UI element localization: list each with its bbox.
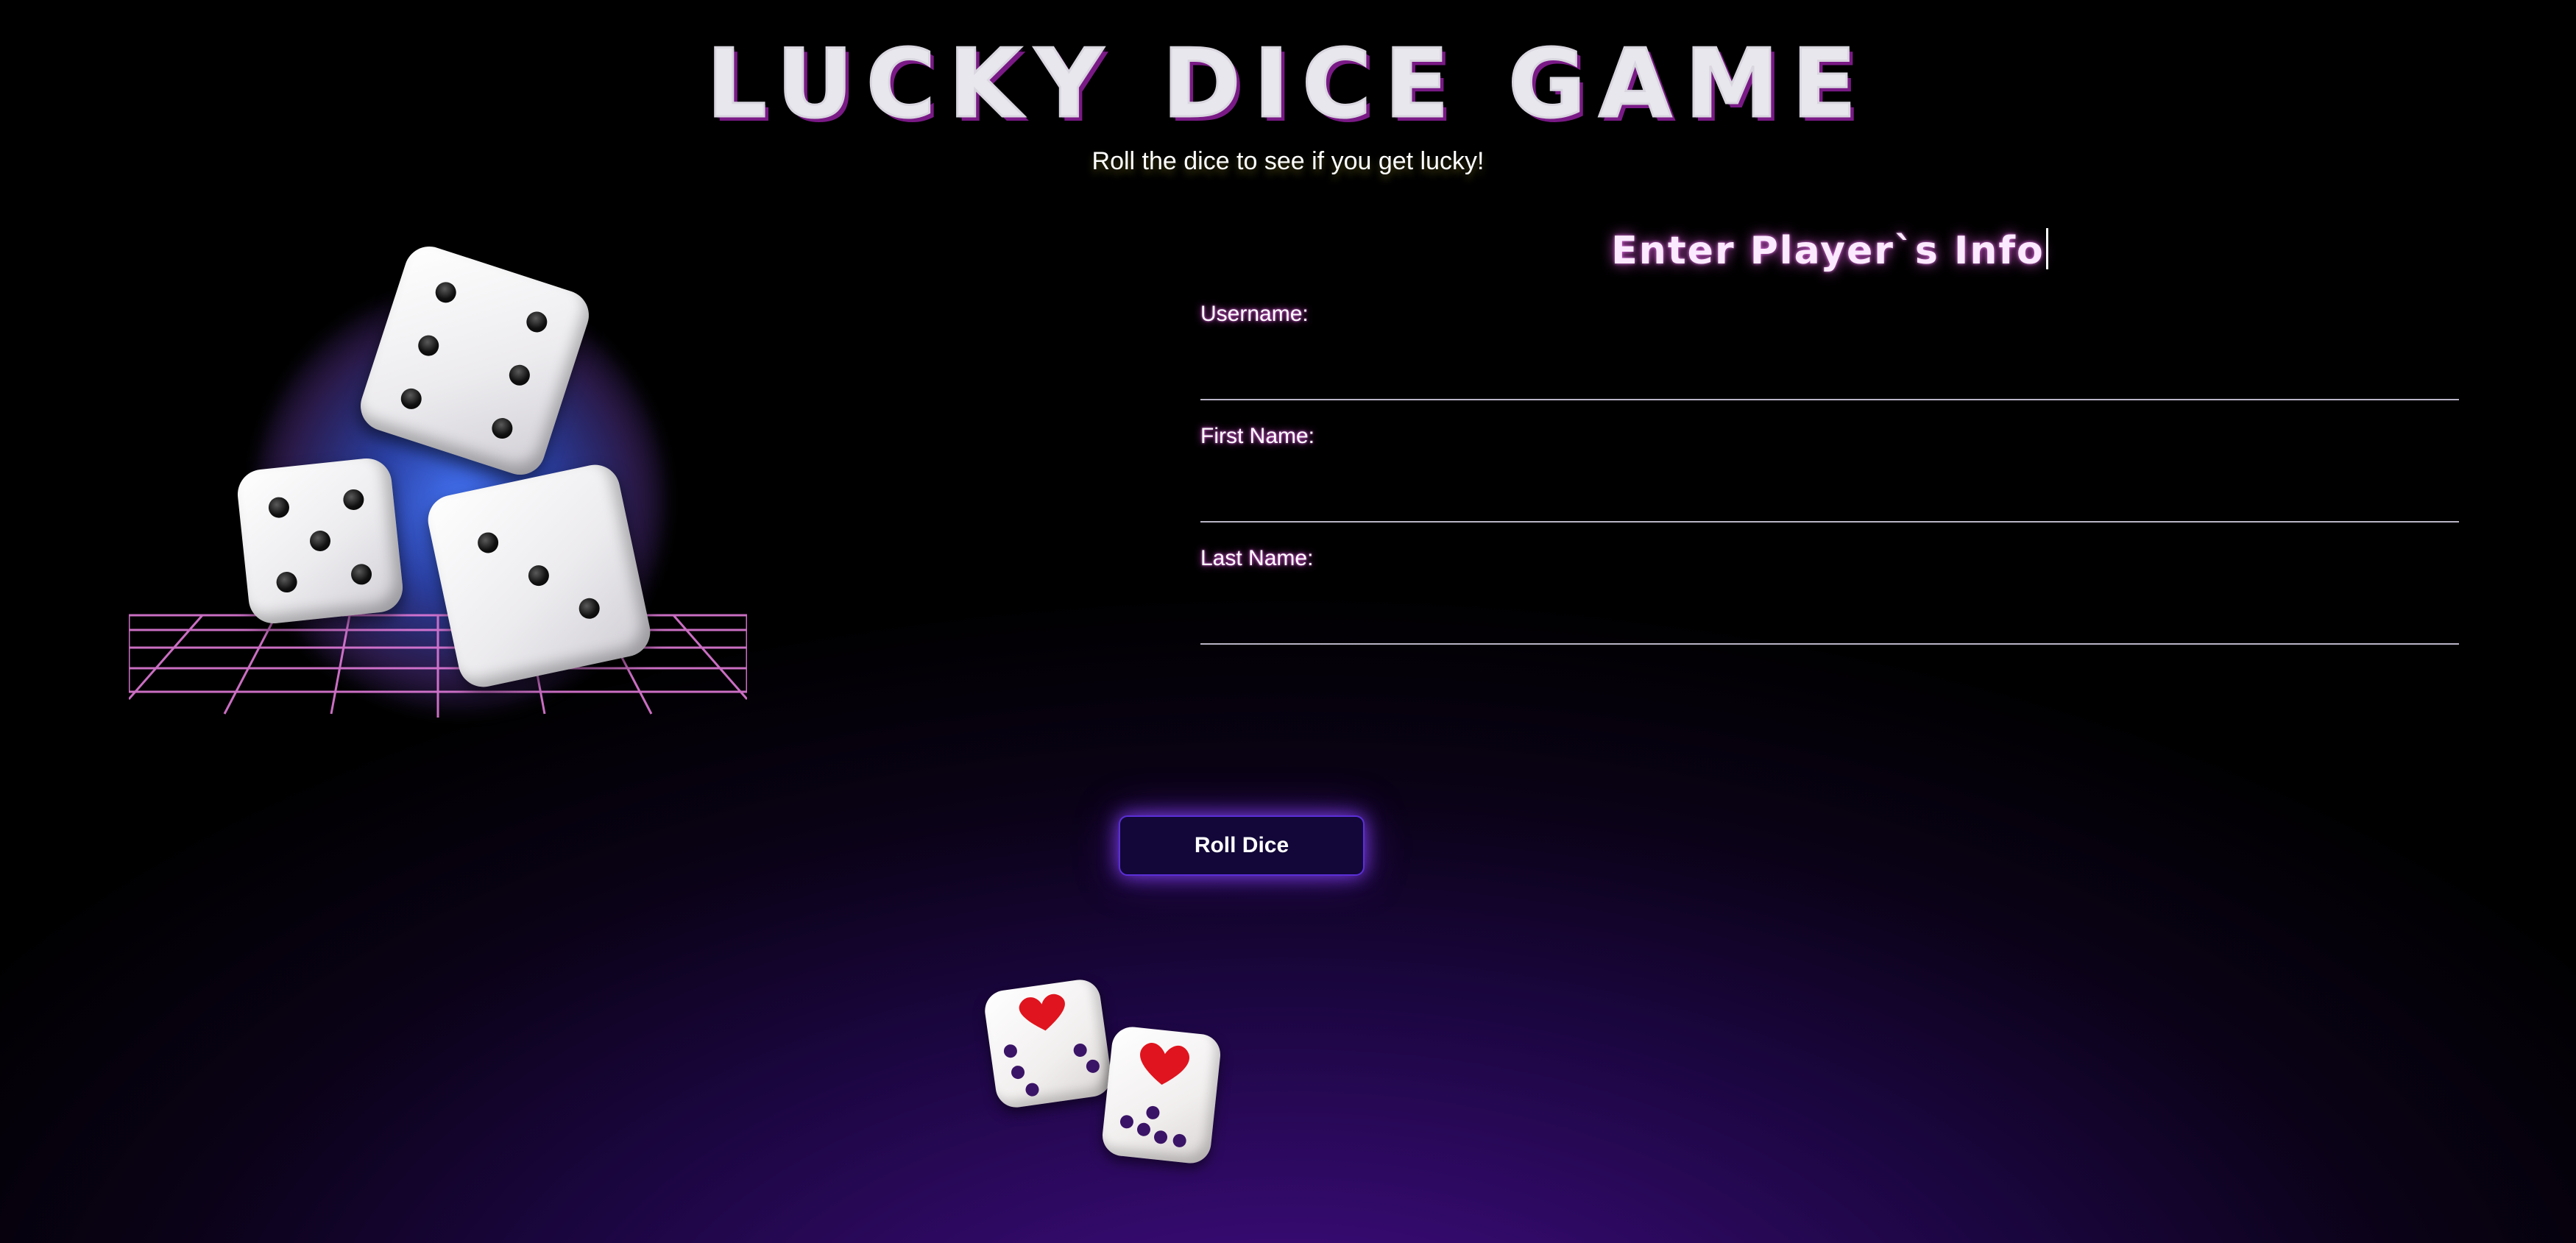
pip [308, 529, 332, 553]
pip [267, 496, 291, 519]
die-three [423, 460, 655, 692]
heart-icon [1019, 994, 1065, 1031]
first-name-label: First Name: [1200, 424, 1315, 448]
pip [415, 332, 442, 359]
pip [398, 386, 425, 412]
text-caret [2045, 228, 2048, 269]
username-label: Username: [1200, 302, 1309, 326]
neon-grid [129, 614, 747, 718]
pip [1072, 1042, 1088, 1058]
pip [1136, 1122, 1151, 1137]
die-five [235, 456, 406, 626]
pip [275, 570, 298, 594]
pip [523, 308, 550, 336]
pip [1172, 1133, 1187, 1148]
pip [526, 563, 551, 588]
pip [506, 362, 533, 389]
roll-dice-button[interactable]: Roll Dice [1119, 815, 1365, 876]
page-subtitle: Roll the dice to see if you get lucky! [1091, 147, 1485, 175]
last-name-input[interactable] [1200, 593, 2459, 645]
pip [1153, 1130, 1168, 1145]
pip [1025, 1082, 1040, 1097]
pip [350, 563, 373, 586]
pip [1002, 1044, 1019, 1059]
pip [577, 596, 602, 621]
heart-icon [1140, 1043, 1189, 1085]
first-name-input[interactable] [1200, 471, 2459, 523]
pip [342, 488, 365, 511]
pip [1085, 1058, 1101, 1074]
username-input[interactable] [1200, 349, 2459, 400]
pip [1010, 1064, 1026, 1080]
hero-dice-illustration [129, 240, 747, 721]
form-heading-text: Enter Player`s Info [1611, 229, 2045, 273]
form-heading: Enter Player`s Info [1200, 228, 2459, 273]
result-die-right [1100, 1024, 1222, 1166]
pip [1119, 1114, 1134, 1130]
pip [475, 530, 500, 556]
last-name-label: Last Name: [1200, 546, 1314, 570]
pip [1145, 1105, 1161, 1120]
pip [489, 415, 516, 442]
pip [433, 279, 459, 305]
result-die-left [982, 977, 1114, 1111]
page-title: LUCKY DICE GAME [705, 29, 1870, 141]
